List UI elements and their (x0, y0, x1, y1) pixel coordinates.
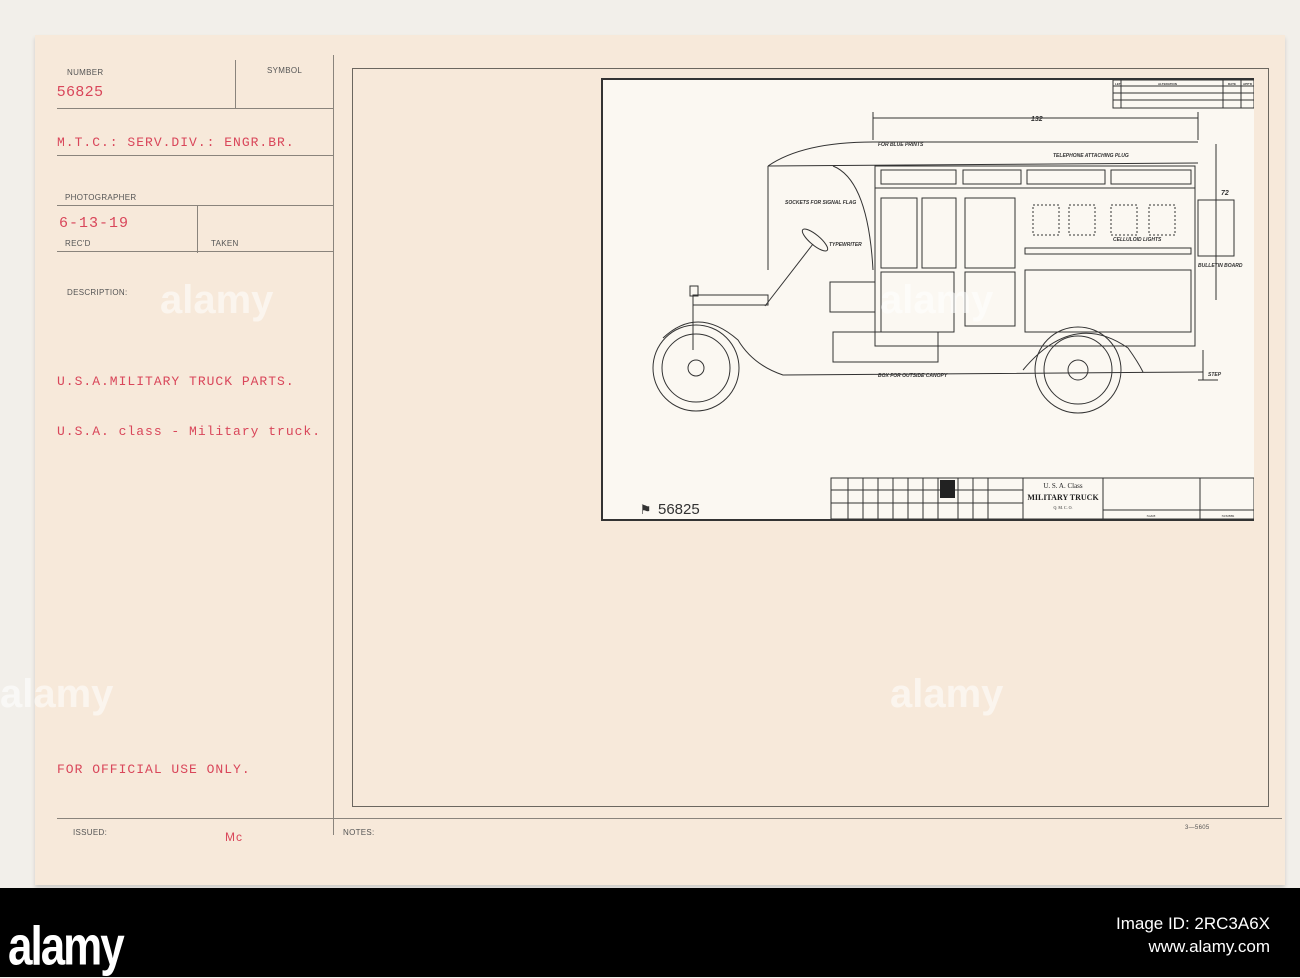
description-label: DESCRIPTION: (67, 288, 128, 297)
divider (57, 205, 333, 206)
label-blue-prints: FOR BLUE PRINTS (878, 142, 924, 148)
watermark-text: alamy (0, 672, 114, 716)
number-label: NUMBER (1222, 514, 1235, 518)
issued-label: ISSUED: (73, 828, 108, 837)
division-text: M.T.C.: SERV.DIV.: ENGR.BR. (57, 135, 295, 150)
title-office: Q. M. C. O. (1053, 505, 1072, 510)
alamy-logo: alamy (8, 915, 125, 977)
label-box: BOX FOR OUTSIDE CANOPY (878, 373, 948, 379)
label-telephone: TELEPHONE ATTACHING PLUG (1053, 153, 1129, 159)
dimension-height: 72 (1221, 190, 1229, 197)
column-divider (333, 55, 334, 835)
photographer-label: PHOTOGRAPHER (65, 193, 137, 202)
alt-appd: APP'D (1243, 82, 1253, 86)
label-celluloid: CELLULOID LIGHTS (1113, 237, 1162, 243)
form-number: 3—5605 (1185, 825, 1210, 831)
blue-print-swatch (940, 480, 955, 498)
label-bulletin: BULLETIN BOARD (1198, 263, 1243, 269)
alt-date: DATE (1228, 82, 1236, 86)
site-url: www.alamy.com (1148, 937, 1270, 956)
issued-initials: Mc (225, 830, 243, 844)
divider (57, 108, 333, 109)
watermark-text: alamy (880, 278, 994, 322)
label-sockets: SOCKETS FOR SIGNAL FLAG (785, 200, 856, 206)
signal-flag-icon: ⚑ (641, 500, 650, 518)
official-use-stamp: FOR OFFICIAL USE ONLY. (57, 762, 251, 777)
plate-number: 56825 (658, 501, 700, 518)
alt-alteration: ALTERATION (1158, 82, 1177, 86)
archive-card: NUMBER SYMBOL 56825 M.T.C.: SERV.DIV.: E… (35, 35, 1285, 885)
alt-let: LET. (1115, 82, 1121, 86)
received-date: 6-13-19 (59, 215, 130, 232)
received-label: REC'D (65, 239, 91, 248)
name-label: NAME (1147, 514, 1156, 518)
divider (197, 205, 198, 253)
photo-number: 56825 (57, 83, 104, 100)
watermark-text: alamy (890, 672, 1004, 716)
watermark-text: alamy (160, 278, 274, 322)
label-typewriter: TYPEWRITER (829, 242, 862, 248)
symbol-label: SYMBOL (267, 66, 303, 75)
title-name: MILITARY TRUCK (1027, 493, 1099, 502)
label-step: STEP (1208, 372, 1222, 378)
divider (57, 251, 333, 252)
divider (235, 60, 236, 108)
notes-label: NOTES: (343, 828, 375, 837)
bottom-rule (57, 818, 1282, 819)
description-line-1: U.S.A.MILITARY TRUCK PARTS. (57, 374, 295, 389)
taken-label: TAKEN (211, 239, 239, 248)
dimension-length: 132 (1031, 116, 1043, 123)
watermark-footer (0, 888, 1300, 977)
divider (57, 155, 333, 156)
image-id: Image ID: 2RC3A6X (1115, 914, 1270, 933)
description-line-2: U.S.A. class - Military truck. (57, 424, 322, 439)
number-label: NUMBER (67, 68, 104, 77)
title-class: U. S. A. Class (1043, 482, 1083, 490)
